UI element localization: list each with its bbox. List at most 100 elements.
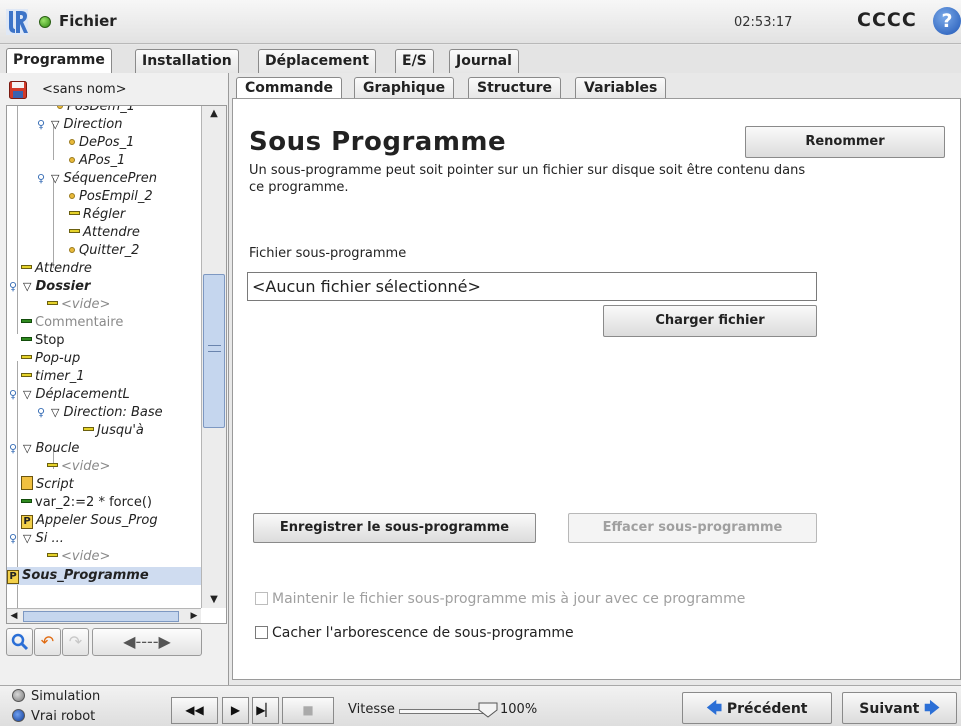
command-panel: Sous Programme Renommer Un sous-programm… [232,98,961,680]
tree-node-deplacementl[interactable]: ♀ ▽ DéplacementL [9,386,130,404]
scroll-left-arrow-icon[interactable]: ◀ [7,609,21,623]
tree-node-direction[interactable]: ♀ ▽ Direction [37,116,122,134]
tree-vertical-scrollbar[interactable]: ▲ ▼ [201,106,226,608]
robot-status-icon [39,16,51,28]
tree-node-popup[interactable]: Pop-up [21,350,80,368]
tree-node-dossier[interactable]: ♀ ▽ Dossier [9,278,90,296]
command-bar-icon [21,319,32,323]
move-node-icon[interactable]: ◀----▶ [92,628,202,656]
expand-triangle-icon[interactable]: ▽ [23,386,31,404]
keep-updated-checkbox-row[interactable]: Maintenir le fichier sous-programme mis … [255,590,745,608]
tree-node-appeler[interactable]: P Appeler Sous_Prog [21,512,158,530]
simulation-radio[interactable] [12,689,25,702]
tree-node-var-2[interactable]: var_2:=2 * force() [21,494,152,512]
tree-node-attendre-1[interactable]: Attendre [69,224,140,242]
expand-triangle-icon[interactable]: ▽ [23,278,31,296]
title-bar: Fichier 02:53:17 CCCC ? [0,0,961,44]
real-robot-radio[interactable] [12,709,25,722]
file-menu-title[interactable]: Fichier [59,12,117,30]
command-bar-icon [21,265,32,269]
tree-node-script[interactable]: Script [21,476,74,494]
tree-node-boucle[interactable]: ♀ ▽ Boucle [9,440,79,458]
program-name: <sans nom> [42,82,127,97]
redo-icon[interactable]: ↷ [62,628,89,656]
tab-structure[interactable]: Structure [468,77,562,99]
waypoint-icon [57,106,63,109]
subprogram-file-field[interactable]: <Aucun fichier sélectionné> [247,272,817,301]
tab-commande[interactable]: Commande [236,77,342,99]
tab-programme[interactable]: Programme [6,48,112,74]
clear-subprogram-button[interactable]: Effacer sous-programme [568,513,817,543]
search-icon[interactable] [6,628,33,656]
help-button[interactable]: ? [933,7,961,35]
tree-horizontal-scrollbar[interactable]: ◀ ▶ [7,608,201,623]
tree-view[interactable]: PosDem_1 ♀ ▽ Direction DePos_1 APos_1 ♀ ▽ Sé… [7,106,201,608]
command-bar-icon [21,499,32,503]
tree-node-depos-1[interactable]: DePos_1 [69,134,134,152]
stop-icon[interactable]: ■ [282,697,334,724]
main-tab-bar: Programme Installation Déplacement E/S J… [0,45,961,74]
tree-node-vide-2[interactable]: <vide> [47,458,110,476]
description-text: Un sous-programme peut soit pointer sur … [249,163,806,195]
save-subprogram-button[interactable]: Enregistrer le sous-programme [253,513,536,543]
hide-tree-checkbox-row[interactable]: Cacher l'arborescence de sous-programme [255,624,574,642]
tree-toolbar: ↶ ↷ ◀----▶ [6,628,227,658]
tree-node-stop[interactable]: Stop [21,332,65,350]
scroll-down-arrow-icon[interactable]: ▼ [203,592,225,608]
command-bar-icon [47,463,58,467]
tab-deplacement[interactable]: Déplacement [258,49,376,73]
tree-node-quitter-2[interactable]: Quitter_2 [69,242,139,260]
tab-graphique[interactable]: Graphique [354,77,455,99]
tree-node-direction-base[interactable]: ♀ ▽ Direction: Base [37,404,163,422]
tree-pin-icon: ♀ [9,532,18,545]
tree-node-posempil-2[interactable]: PosEmpil_2 [69,188,153,206]
real-robot-option[interactable]: Vrai robot [12,708,95,726]
tree-node-vide-1[interactable]: <vide> [47,296,110,314]
tree-node-attendre-2[interactable]: Attendre [21,260,92,278]
load-file-button[interactable]: Charger fichier [603,305,817,337]
tree-node-sous-programme[interactable]: P Sous_Programme [7,567,201,585]
floppy-save-icon[interactable] [9,81,27,99]
simulation-option[interactable]: Simulation [12,688,100,706]
keep-updated-checkbox[interactable] [255,592,268,605]
rename-button[interactable]: Renommer [745,126,945,158]
tree-node-vide-3[interactable]: <vide> [47,548,110,566]
command-bar-icon [47,301,58,305]
tree-node-posdem-1[interactable]: PosDem_1 [57,106,135,116]
tree-node-commentaire[interactable]: Commentaire [21,314,123,332]
expand-triangle-icon[interactable]: ▽ [51,404,59,422]
expand-triangle-icon[interactable]: ▽ [51,170,59,188]
scroll-right-arrow-icon[interactable]: ▶ [187,609,201,623]
page-title: Sous Programme [249,127,507,157]
clock: 02:53:17 [734,15,793,30]
skip-back-icon[interactable]: ◀◀ [171,697,218,724]
expand-triangle-icon[interactable]: ▽ [23,530,31,548]
scroll-thumb-horizontal[interactable] [23,611,179,622]
previous-button[interactable]: 🡄 Précédent [682,692,832,724]
tab-journal[interactable]: Journal [449,49,519,73]
expand-triangle-icon[interactable]: ▽ [23,440,31,458]
play-icon[interactable]: ▶ [222,697,249,724]
step-forward-icon[interactable]: ▶▏ [252,697,279,724]
footer-bar: Simulation Vrai robot ◀◀ ▶ ▶▏ ■ Vitesse … [0,685,961,726]
speed-slider-handle-icon[interactable] [478,702,498,718]
tab-variables[interactable]: Variables [575,77,667,99]
tab-es[interactable]: E/S [395,49,434,73]
hide-tree-checkbox[interactable] [255,626,268,639]
scroll-thumb[interactable] [203,274,225,428]
tree-node-jusqua[interactable]: Jusqu'à [83,422,144,440]
tree-node-si[interactable]: ♀ ▽ Si ... [9,530,64,548]
next-button[interactable]: Suivant 🡆 [842,692,957,724]
tree-node-regler[interactable]: Régler [69,206,125,224]
expand-triangle-icon[interactable]: ▽ [51,116,59,134]
command-bar-icon [47,553,58,557]
undo-icon[interactable]: ↶ [34,628,61,656]
universal-robots-logo-icon [6,9,28,35]
speed-slider[interactable] [399,709,489,714]
tree-node-apos-1[interactable]: APos_1 [69,152,125,170]
scroll-up-arrow-icon[interactable]: ▲ [203,106,225,122]
tree-node-sequence[interactable]: ♀ ▽ SéquencePren [37,170,157,188]
tree-node-timer-1[interactable]: timer_1 [21,368,85,386]
subprogram-call-icon: P [21,515,33,529]
tab-installation[interactable]: Installation [135,49,239,73]
